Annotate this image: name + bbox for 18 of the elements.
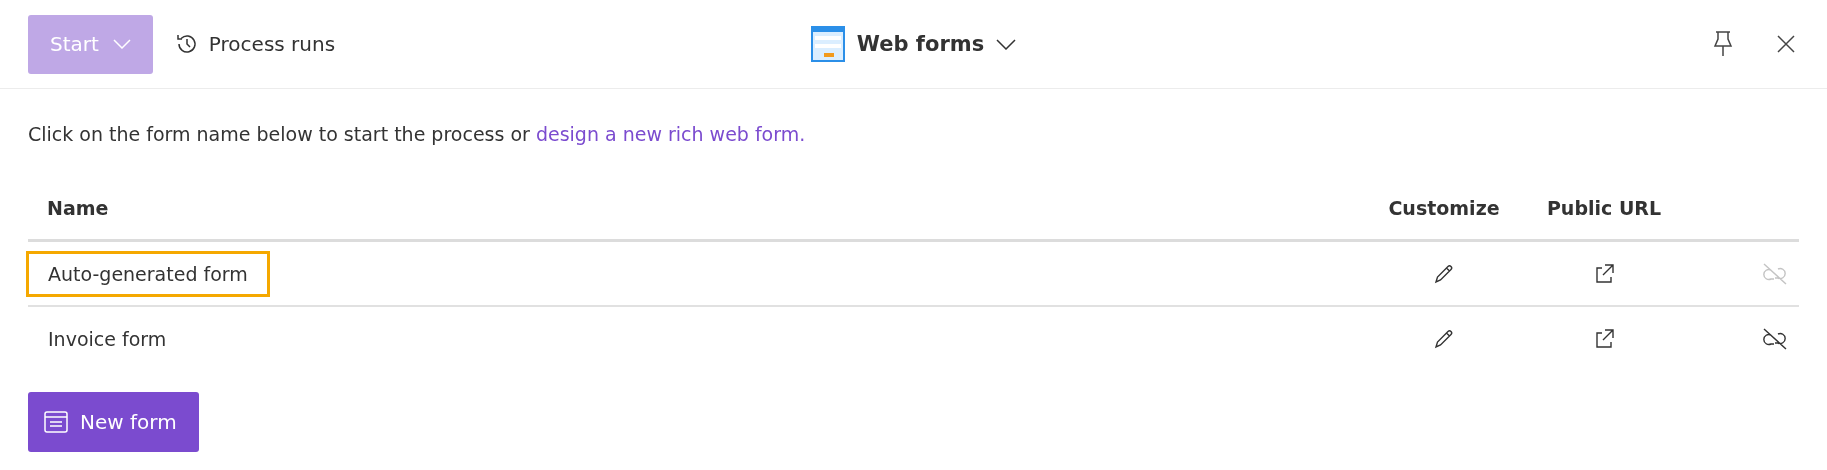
form-name-link[interactable]: Auto-generated form xyxy=(26,250,270,297)
instruction-text: Click on the form name below to start the process or design a new rich web form. xyxy=(28,123,807,145)
new-form-button[interactable]: New form xyxy=(28,392,199,452)
form-icon xyxy=(44,411,68,433)
column-header: Name xyxy=(46,197,109,219)
column-header: Public URL xyxy=(1546,197,1662,219)
form-window-icon xyxy=(810,26,845,62)
web-forms-menu[interactable]: Web forms xyxy=(810,26,1017,62)
chevron-down-icon xyxy=(996,38,1017,50)
process-runs-button[interactable]: Process runs xyxy=(174,32,336,56)
history-icon xyxy=(174,32,199,56)
form-name-link[interactable]: Invoice form xyxy=(26,315,189,362)
close-icon[interactable] xyxy=(1777,35,1795,53)
design-form-link[interactable]: design a new rich web form. xyxy=(535,123,806,145)
pin-icon[interactable] xyxy=(1713,31,1733,57)
chevron-down-icon xyxy=(112,39,131,49)
unlink-icon[interactable] xyxy=(1761,326,1789,351)
column-header: Customize xyxy=(1388,197,1500,219)
